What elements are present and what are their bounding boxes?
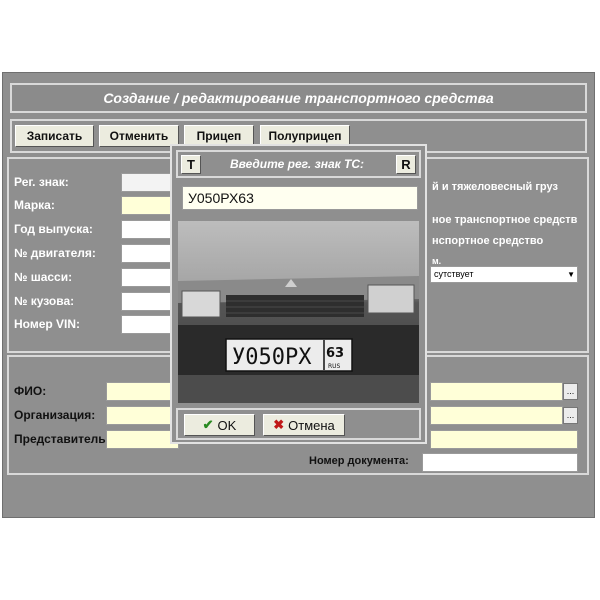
body-number-field[interactable] — [121, 292, 176, 311]
photo-plate-main: У050РХ — [232, 345, 312, 370]
vehicle-type-text-1: ное транспортное средств — [432, 214, 578, 226]
organization-field[interactable] — [106, 406, 179, 425]
ok-button[interactable]: ✔ OK — [184, 414, 255, 436]
organization-lookup-button[interactable]: ... — [563, 407, 578, 424]
window-title: Создание / редактирование транспортного … — [10, 83, 587, 113]
representative-field[interactable] — [106, 430, 179, 449]
year-label: Год выпуска: — [14, 222, 93, 236]
full-name-label: ФИО: — [14, 384, 47, 398]
dialog-cancel-button[interactable]: ✖ Отмена — [263, 414, 345, 436]
vin-field[interactable] — [121, 315, 176, 334]
close-icon: ✖ — [273, 417, 285, 432]
car-front-image: У050РХ 63 RUS — [178, 221, 419, 403]
full-name-field-right[interactable] — [430, 382, 563, 401]
dialog-title: Введите рег. знак ТС: — [229, 157, 365, 171]
dialog-header: T Введите рег. знак ТС: R — [176, 150, 421, 178]
organization-field-right[interactable] — [430, 406, 563, 425]
chassis-number-label: № шасси: — [14, 270, 73, 284]
body-number-label: № кузова: — [14, 294, 75, 308]
document-number-field[interactable] — [422, 453, 578, 472]
representative-label: Представитель: — [14, 432, 110, 446]
status-select-value: сутствует — [434, 269, 474, 279]
chevron-down-icon: ▼ — [567, 270, 575, 279]
full-name-lookup-button[interactable]: ... — [563, 383, 578, 400]
plate-input-field[interactable]: У050РХ63 — [182, 186, 418, 210]
engine-number-field[interactable] — [121, 244, 176, 263]
vehicle-photo: У050РХ 63 RUS — [178, 221, 419, 403]
representative-field-right[interactable] — [430, 430, 578, 449]
ok-button-label: OK — [217, 417, 237, 433]
save-button[interactable]: Записать — [15, 125, 94, 147]
photo-plate-region: 63 — [326, 346, 344, 361]
full-name-field[interactable] — [106, 382, 179, 401]
dialog-footer: ✔ OK ✖ Отмена — [176, 408, 421, 440]
status-select[interactable]: сутствует ▼ — [430, 266, 578, 283]
reg-number-label: Рег. знак: — [14, 175, 69, 189]
dialog-cancel-label: Отмена — [288, 417, 335, 433]
reg-number-field[interactable] — [121, 173, 176, 192]
organization-label: Организация: — [14, 408, 96, 422]
small-label: м. — [432, 256, 442, 266]
photo-plate-country: RUS — [328, 363, 341, 370]
year-field[interactable] — [121, 220, 176, 239]
brand-label: Марка: — [14, 198, 55, 212]
text-mode-button[interactable]: T — [181, 155, 201, 174]
vin-label: Номер VIN: — [14, 317, 81, 331]
plate-input-dialog: T Введите рег. знак ТС: R У050РХ63 У050Р… — [170, 144, 427, 444]
brand-field[interactable] — [121, 196, 176, 215]
checkmark-icon: ✔ — [202, 417, 214, 432]
recognize-button[interactable]: R — [396, 155, 416, 174]
heavy-cargo-text: й и тяжеловесный груз — [432, 181, 558, 193]
document-number-label: Номер документа: — [309, 455, 409, 467]
engine-number-label: № двигателя: — [14, 246, 96, 260]
chassis-number-field[interactable] — [121, 268, 176, 287]
cancel-button[interactable]: Отменить — [99, 125, 179, 147]
vehicle-type-text-2: нспортное средство — [432, 235, 544, 247]
